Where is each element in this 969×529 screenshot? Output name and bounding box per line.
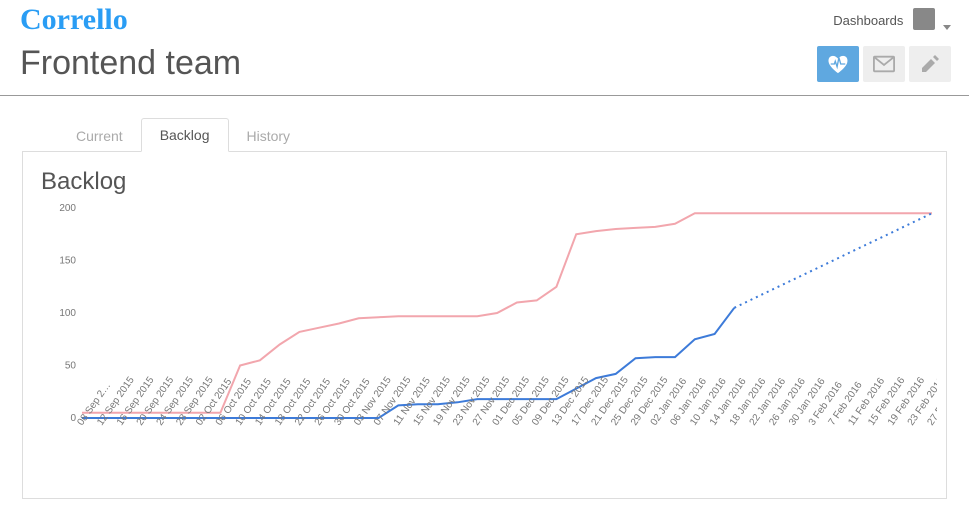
user-menu[interactable] bbox=[913, 8, 951, 33]
page-actions bbox=[817, 46, 951, 82]
svg-text:100: 100 bbox=[59, 308, 76, 319]
chevron-down-icon bbox=[943, 25, 951, 30]
heartbeat-icon bbox=[827, 54, 849, 74]
svg-text:50: 50 bbox=[65, 361, 77, 372]
tab-current[interactable]: Current bbox=[58, 120, 141, 152]
svg-text:200: 200 bbox=[59, 203, 76, 214]
edit-button[interactable] bbox=[909, 46, 951, 82]
health-button[interactable] bbox=[817, 46, 859, 82]
mail-icon bbox=[873, 55, 895, 73]
avatar bbox=[913, 8, 935, 30]
panel-backlog: Backlog 05010015020008 Sep 2…12 Sep 2015… bbox=[22, 152, 947, 499]
tab-history[interactable]: History bbox=[229, 120, 309, 152]
svg-text:150: 150 bbox=[59, 256, 76, 267]
brand-logo[interactable]: Corrello bbox=[20, 3, 128, 37]
top-right-nav: Dashboards bbox=[833, 8, 951, 33]
tabs: Current Backlog History bbox=[22, 118, 947, 152]
edit-icon bbox=[920, 54, 940, 74]
tab-backlog[interactable]: Backlog bbox=[141, 118, 229, 152]
panel-title: Backlog bbox=[41, 168, 932, 196]
backlog-chart: 05010015020008 Sep 2…12 Sep 201516 Sep 2… bbox=[37, 198, 937, 498]
topbar: Corrello Dashboards bbox=[0, 0, 969, 40]
page-title: Frontend team bbox=[20, 44, 241, 83]
dashboards-link[interactable]: Dashboards bbox=[833, 13, 903, 28]
mail-button[interactable] bbox=[863, 46, 905, 82]
titlebar: Frontend team bbox=[0, 40, 969, 96]
